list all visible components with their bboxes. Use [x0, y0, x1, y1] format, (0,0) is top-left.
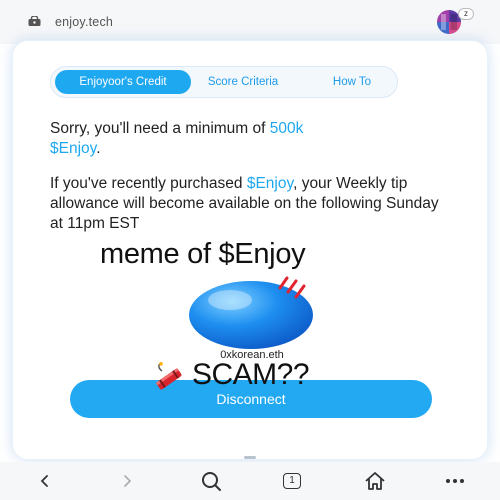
- meme-overlay-title: meme of $Enjoy: [100, 238, 306, 270]
- tab-count: 1: [283, 473, 301, 489]
- url-text[interactable]: enjoy.tech: [55, 15, 113, 29]
- chevron-right-icon: [124, 475, 132, 487]
- more-dots-icon: [446, 479, 464, 483]
- token-highlight: $Enjoy: [246, 175, 294, 192]
- tab-bar: Enjoyoor's Credit Score Criteria How To: [50, 66, 398, 98]
- back-button[interactable]: [30, 466, 60, 496]
- dynamite-icon: [156, 362, 182, 390]
- tabs-button[interactable]: 1: [277, 466, 307, 496]
- more-menu-button[interactable]: [440, 466, 470, 496]
- lock-icon: [28, 16, 41, 26]
- browser-bottom-bar: 1: [0, 462, 500, 500]
- message-text: If you've recently purchased: [50, 175, 247, 192]
- tab-enjoyoors-credit[interactable]: Enjoyoor's Credit: [55, 70, 191, 94]
- chevron-left-icon: [40, 475, 48, 487]
- search-button[interactable]: [196, 466, 226, 496]
- minimum-balance-message: Sorry, you'll need a minimum of 500k $Enj…: [50, 119, 450, 159]
- tab-score-criteria[interactable]: Score Criteria: [199, 70, 287, 94]
- forward-button[interactable]: [112, 466, 142, 496]
- token-highlight: $Enjoy: [50, 140, 97, 157]
- home-button[interactable]: [360, 466, 390, 496]
- home-icon: [365, 472, 385, 490]
- browser-top-bar: enjoy.tech z: [0, 0, 500, 44]
- tip-allowance-message: If you've recently purchased $Enjoy, you…: [50, 174, 450, 234]
- message-text: .: [96, 140, 101, 157]
- avatar-badge: z: [458, 8, 474, 20]
- amount-highlight: 500k: [269, 120, 304, 137]
- page-indicator: [244, 456, 256, 459]
- message-text: Sorry, you'll need a minimum of: [50, 120, 270, 137]
- enjoy-blob-mascot: [189, 276, 313, 349]
- tab-how-to[interactable]: How To: [317, 70, 387, 94]
- scam-overlay: SCAM??: [152, 358, 352, 398]
- search-icon: [202, 472, 221, 491]
- scam-overlay-text: SCAM??: [192, 358, 310, 391]
